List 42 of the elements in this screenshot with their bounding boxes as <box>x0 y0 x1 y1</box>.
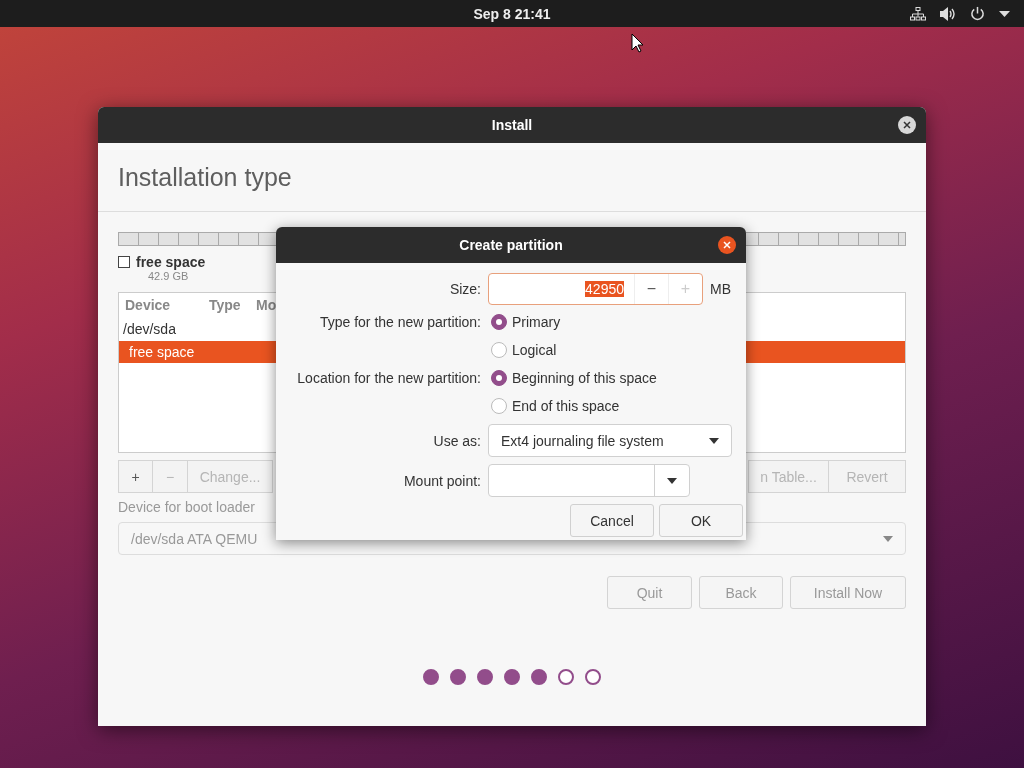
group-label: Type for the new partition: <box>318 314 482 330</box>
group-label: Location for the new partition: <box>296 370 482 386</box>
use-as-label: Use as: <box>432 432 482 449</box>
radio-label[interactable]: Primary <box>512 314 561 330</box>
radio-button[interactable] <box>491 342 507 358</box>
dropdown-icon[interactable] <box>999 10 1010 17</box>
radio-label[interactable]: Logical <box>512 342 557 358</box>
dialog-title: Create partition <box>459 237 563 253</box>
size-label: Size: <box>448 281 482 297</box>
power-icon[interactable] <box>970 6 985 21</box>
network-icon[interactable] <box>910 6 926 21</box>
close-button[interactable] <box>718 236 736 254</box>
pointer-icon <box>631 33 644 53</box>
boot-loader-label: Device for boot loader <box>118 499 256 517</box>
mount-point-label: Mount point: <box>402 472 482 489</box>
radio-label[interactable]: Beginning of this space <box>512 370 657 386</box>
radio-button[interactable] <box>491 370 507 386</box>
column-header[interactable]: Device <box>125 297 209 313</box>
mount-point-field[interactable] <box>488 464 690 497</box>
column-header[interactable]: Type <box>209 297 256 313</box>
volume-icon[interactable] <box>940 6 956 21</box>
dialog-button[interactable]: OK <box>659 504 743 537</box>
size-unit: MB <box>710 281 731 297</box>
page-heading: Installation type <box>118 163 293 192</box>
legend-label: free space <box>136 254 206 270</box>
close-icon <box>723 241 731 249</box>
legend-swatch <box>118 256 130 268</box>
radio-label[interactable]: End of this space <box>512 398 620 414</box>
partition-button[interactable]: + <box>118 460 153 493</box>
caret-icon <box>883 535 893 542</box>
close-button[interactable] <box>898 116 916 134</box>
dialog-button[interactable]: Cancel <box>570 504 654 537</box>
radio-button[interactable] <box>491 314 507 330</box>
radio-button[interactable] <box>491 398 507 414</box>
use-as-dropdown[interactable]: Ext4 journaling file system <box>488 424 732 457</box>
caret-icon <box>709 437 719 444</box>
close-icon <box>903 121 911 129</box>
window-title: Install <box>491 117 533 133</box>
decrement-button[interactable]: − <box>634 274 668 304</box>
legend-size: 42.9 GB <box>148 270 190 282</box>
clock[interactable]: Sep 8 21:41 <box>473 5 551 22</box>
caret-icon <box>667 477 677 484</box>
